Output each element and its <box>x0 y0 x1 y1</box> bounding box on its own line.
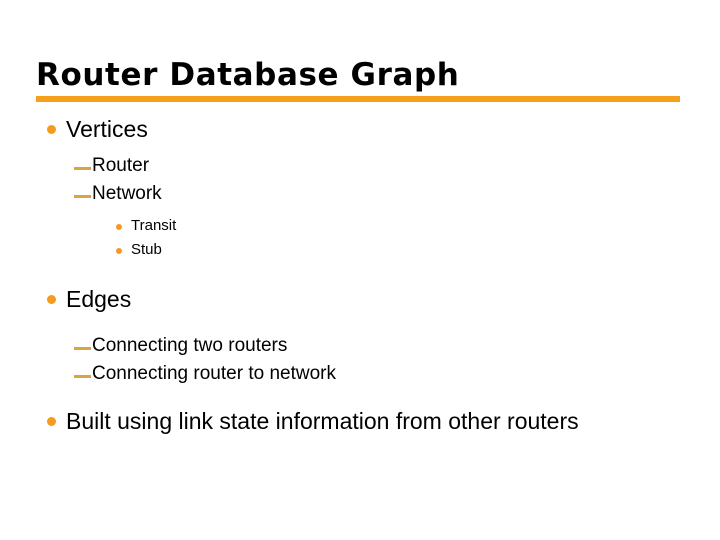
outline-item-level2[interactable]: Connecting two routers <box>0 332 720 360</box>
outline-item-level3[interactable]: Stub <box>0 238 720 262</box>
outline-item-label: Built using link state information from … <box>66 408 579 434</box>
em-dash-icon <box>74 375 91 378</box>
small-round-bullet-icon <box>116 224 122 230</box>
outline-item-level1[interactable]: Edges <box>0 282 720 316</box>
round-bullet-icon <box>47 417 56 426</box>
outline-item-label: Vertices <box>66 116 148 142</box>
outline-item-label: Connecting router to network <box>92 363 336 384</box>
outline-item-label: Stub <box>131 241 162 258</box>
outline-item-label: Connecting two routers <box>92 335 288 356</box>
title-underline-rule <box>36 96 680 102</box>
outline-item-level2[interactable]: Network <box>0 180 720 208</box>
outline-item-level1[interactable]: Vertices <box>0 112 720 146</box>
outline-item-label: Transit <box>131 217 177 234</box>
outline-item-label: Router <box>92 155 150 176</box>
small-round-bullet-icon <box>116 248 122 254</box>
outline-item-level3[interactable]: Transit <box>0 214 720 238</box>
outline-item-level1[interactable]: Built using link state information from … <box>0 404 720 438</box>
em-dash-icon <box>74 347 91 350</box>
outline-item-label: Edges <box>66 286 132 312</box>
outline-item-label: Network <box>92 183 162 204</box>
em-dash-icon <box>74 167 91 170</box>
round-bullet-icon <box>47 125 56 134</box>
page-title: Router Database Graph <box>36 57 460 93</box>
round-bullet-icon <box>47 295 56 304</box>
outline-item-level2[interactable]: Connecting router to network <box>0 360 720 388</box>
presentation-slide: Router Database Graph Vertices Router Ne… <box>0 0 720 540</box>
slide-body-outline: Vertices Router Network Transit Stub Edg… <box>0 112 720 438</box>
em-dash-icon <box>74 195 91 198</box>
outline-item-level2[interactable]: Router <box>0 152 720 180</box>
